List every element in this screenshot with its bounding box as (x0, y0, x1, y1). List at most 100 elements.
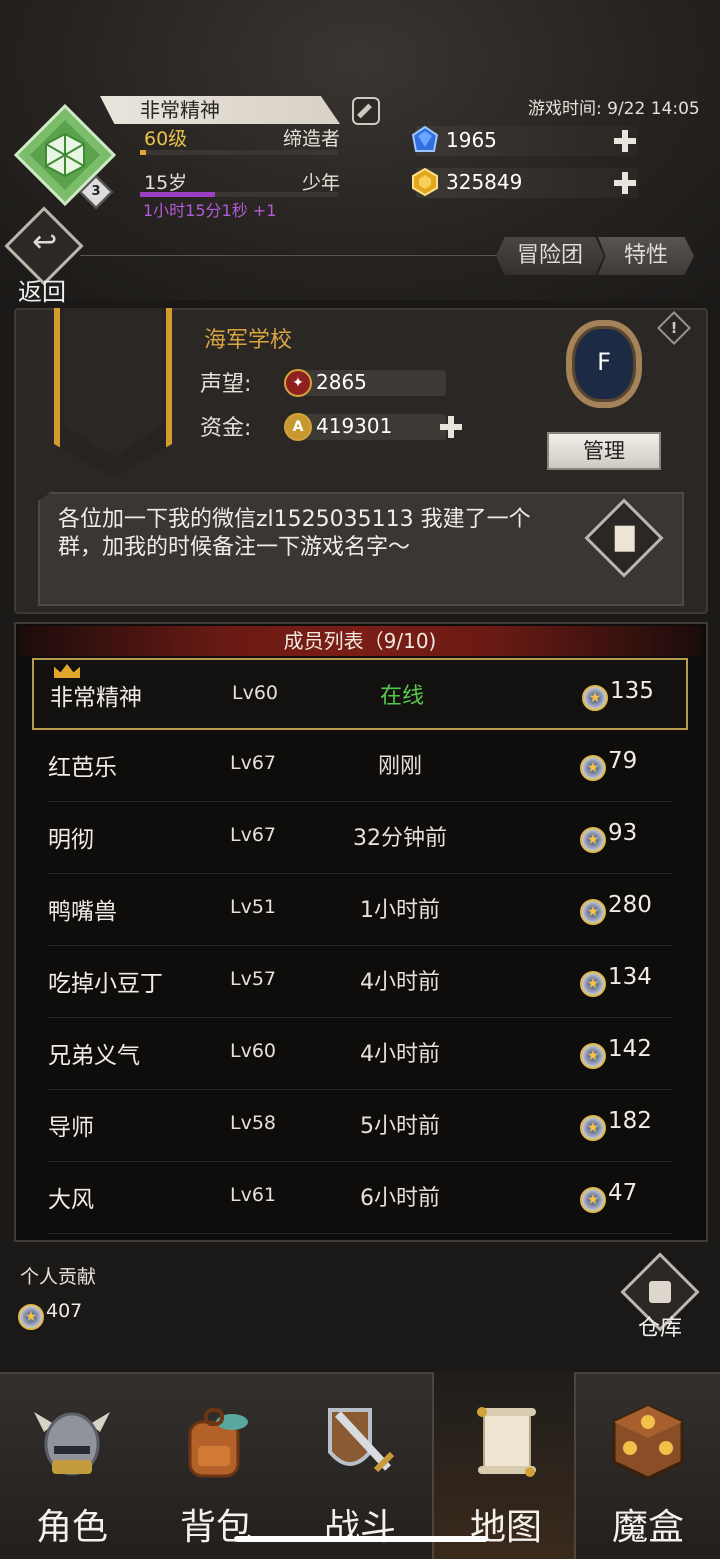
member-row[interactable]: 兄弟义气 Lv60 4小时前 ★ 142 (32, 1018, 688, 1090)
player-age-stage: 少年 (301, 172, 340, 194)
member-level: Lv60 (230, 1040, 277, 1062)
member-status: 刚刚 (377, 754, 422, 779)
member-status: 4小时前 (360, 970, 440, 995)
reputation-icon: ✦ (284, 369, 312, 397)
back-button[interactable]: 返回 (4, 206, 84, 306)
add-gold-button[interactable] (614, 172, 636, 194)
sword-shield-icon (328, 1408, 395, 1473)
contribution-star-icon: ★ (582, 685, 608, 711)
member-contribution-value: 142 (608, 1036, 652, 1062)
contribution-star-icon: ★ (580, 827, 606, 853)
guild-name: 海军学校 (204, 328, 293, 353)
add-diamond-button[interactable] (614, 130, 636, 152)
player-level: 60级 (144, 128, 188, 150)
member-row[interactable]: 红芭乐 Lv67 刚刚 ★ 79 (32, 730, 688, 802)
header-divider (80, 255, 500, 256)
nav-magic-box[interactable]: 魔盒 (576, 1372, 720, 1559)
member-contribution: ★ 134 (580, 964, 652, 997)
member-contribution: ★ 135 (582, 678, 654, 711)
member-contribution-value: 182 (608, 1108, 652, 1134)
player-age: 15岁 (144, 172, 188, 194)
member-level: Lv58 (230, 1112, 277, 1134)
member-name: 兄弟义气 (48, 1043, 140, 1069)
backpack-icon (188, 1408, 248, 1478)
crown-icon (54, 664, 80, 678)
nav-backpack[interactable]: 背包 (144, 1372, 288, 1559)
nav-magic-box-label: 魔盒 (611, 1507, 684, 1548)
player-name: 非常精神 (100, 96, 340, 124)
member-name: 非常精神 (50, 685, 142, 711)
add-funds-button[interactable] (440, 416, 462, 438)
member-name: 鸭嘴兽 (48, 899, 117, 925)
member-status: 4小时前 (360, 1042, 440, 1067)
nav-character[interactable]: 角色 (0, 1372, 144, 1559)
gold-icon (412, 167, 438, 197)
row-divider (48, 1233, 672, 1234)
diamond-icon (411, 125, 439, 152)
personal-contribution-label: 个人贡献 (20, 1266, 97, 1288)
member-level: Lv61 (230, 1184, 277, 1206)
member-level: Lv57 (230, 968, 277, 990)
nav-map[interactable]: 地图 (432, 1372, 576, 1559)
contribution-star-icon: ★ (580, 971, 606, 997)
member-status: 6小时前 (360, 1186, 440, 1211)
funds-box: A 419301 (284, 413, 446, 441)
guild-emblem[interactable]: F (566, 320, 642, 408)
contribution-star-icon: ★ (18, 1304, 44, 1330)
member-row[interactable]: 大风 Lv61 6小时前 ★ 47 (32, 1162, 688, 1234)
member-row[interactable]: 鸭嘴兽 Lv51 1小时前 ★ 280 (32, 874, 688, 946)
edit-name-icon[interactable] (352, 97, 380, 125)
nav-battle[interactable]: 战斗 (288, 1372, 432, 1559)
nav-map-label: 地图 (469, 1507, 542, 1548)
emblem-letter: F (597, 348, 611, 376)
funds-coin-icon: A (284, 413, 312, 441)
member-name: 大风 (48, 1187, 94, 1213)
contribution-star-icon: ★ (580, 755, 606, 781)
diamond-amount: 1965 (446, 128, 497, 152)
scroll-map-icon (477, 1407, 536, 1477)
reputation-box: ✦ 2865 (284, 369, 446, 397)
funds-label: 资金: (200, 416, 252, 441)
contribution-star-icon: ★ (580, 899, 606, 925)
member-row[interactable]: 导师 Lv58 5小时前 ★ 182 (32, 1090, 688, 1162)
member-name: 明彻 (48, 827, 94, 853)
player-title: 缔造者 (282, 128, 340, 150)
reputation-label: 声望: (200, 372, 252, 397)
member-row[interactable]: 明彻 Lv67 32分钟前 ★ 93 (32, 802, 688, 874)
contribution-star-icon: ★ (580, 1043, 606, 1069)
growth-timer: 1小时15分1秒 +1 (143, 201, 277, 220)
back-label: 返回 (18, 278, 66, 306)
member-level: Lv67 (230, 824, 277, 846)
member-status: 1小时前 (360, 898, 440, 923)
member-contribution-value: 135 (610, 678, 654, 704)
nav-backpack-label: 背包 (179, 1507, 252, 1548)
personal-contribution-value: 407 (46, 1300, 83, 1322)
member-list-header: 成员列表（9/10) (18, 626, 702, 656)
member-row-self[interactable]: 非常精神 Lv60 在线 ★ 135 (32, 658, 688, 730)
funds-value: 419301 (316, 414, 393, 438)
member-name: 红芭乐 (48, 755, 117, 781)
tab-adventure-group[interactable]: 冒险团 (496, 237, 604, 275)
game-time: 游戏时间: 9/22 14:05 (528, 99, 700, 119)
member-name: 导师 (48, 1115, 94, 1141)
home-indicator[interactable] (234, 1536, 488, 1542)
contribution-star-icon: ★ (580, 1115, 606, 1141)
member-contribution: ★ 79 (580, 748, 637, 781)
level-progress-bar (140, 150, 338, 155)
gold-currency: 325849 (412, 167, 638, 198)
member-level: Lv51 (230, 896, 277, 918)
member-contribution: ★ 182 (580, 1108, 652, 1141)
member-level: Lv67 (230, 752, 277, 774)
member-contribution: ★ 93 (580, 820, 637, 853)
manage-button[interactable]: 管理 (547, 432, 661, 470)
guild-notice-text: 各位加一下我的微信zl1525035113 我建了一个群，加我的时候备注一下游戏… (58, 507, 531, 560)
member-contribution: ★ 47 (580, 1180, 637, 1213)
member-contribution-value: 79 (608, 748, 638, 774)
member-contribution: ★ 142 (580, 1036, 652, 1069)
member-name: 吃掉小豆丁 (48, 971, 163, 997)
member-row[interactable]: 吃掉小豆丁 Lv57 4小时前 ★ 134 (32, 946, 688, 1018)
magic-cube-icon (612, 1404, 684, 1480)
warehouse-label[interactable]: 仓库 (638, 1310, 682, 1342)
member-contribution-value: 93 (608, 820, 638, 846)
tab-traits[interactable]: 特性 (598, 237, 694, 275)
